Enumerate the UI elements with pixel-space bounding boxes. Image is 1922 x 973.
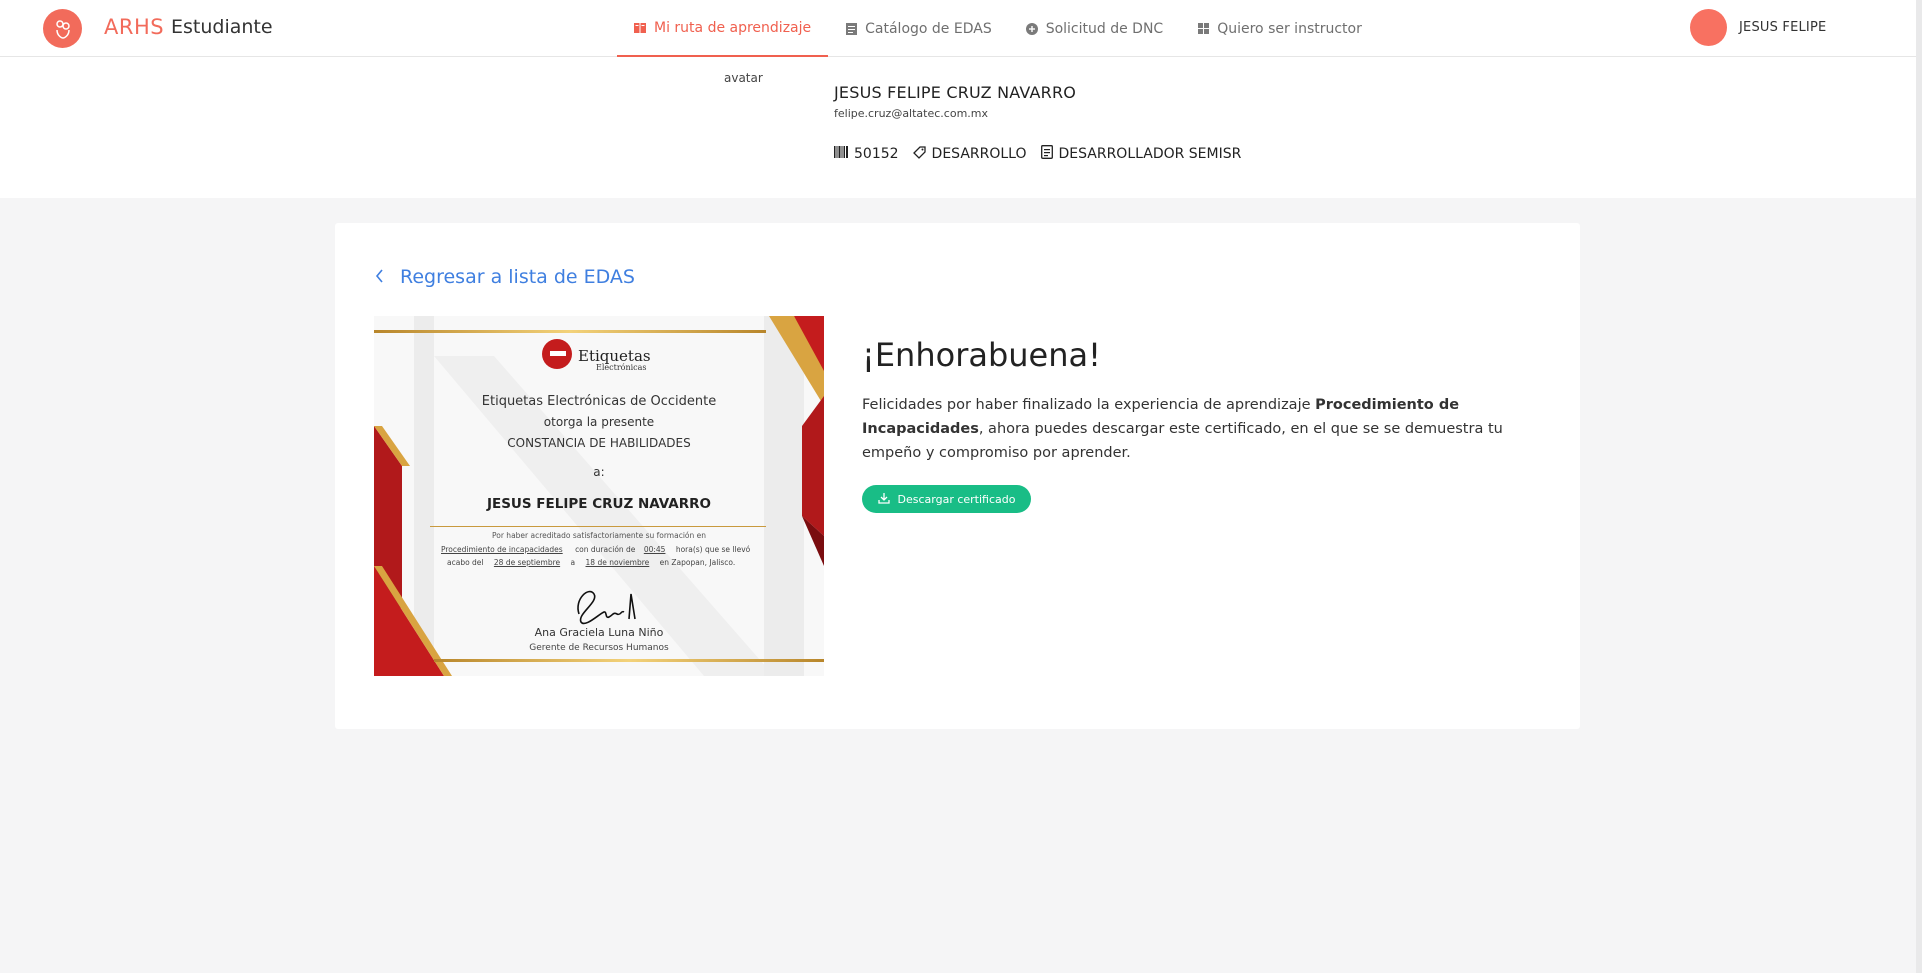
back-link-label: Regresar a lista de EDAS: [400, 266, 635, 288]
signature-image: [577, 590, 636, 625]
cert-detail-2: Procedimiento de incapacidades con durac…: [441, 545, 750, 554]
certificate-card: Regresar a lista de EDAS Etiquetas Elect…: [335, 223, 1580, 729]
nav-solicitud-dnc[interactable]: Solicitud de DNC: [1009, 0, 1181, 57]
book-icon: [634, 22, 646, 34]
company-logo-icon: [542, 339, 572, 369]
scrollbar-track[interactable]: [1916, 0, 1922, 973]
profile-email: felipe.cruz@altatec.com.mx: [834, 107, 989, 120]
plus-circle-icon: [1025, 22, 1038, 35]
cert-divider: [430, 526, 766, 527]
nav-catalogo[interactable]: Catálogo de EDAS: [828, 0, 1009, 57]
message-prefix: Felicidades por haber finalizado la expe…: [862, 397, 1316, 413]
nav-mi-ruta[interactable]: Mi ruta de aprendizaje: [617, 0, 829, 57]
cert-place: en Zapopan, Jalisco.: [659, 558, 736, 567]
download-icon: [877, 492, 890, 507]
cert-acabo: acabo del: [447, 558, 484, 567]
cert-grants: otorga la presente: [543, 415, 655, 429]
cert-signer: Ana Graciela Luna Niño: [534, 626, 664, 639]
cert-bottom-line: [434, 659, 824, 662]
nav-label: Solicitud de DNC: [1045, 20, 1164, 37]
cert-detail-3: acabo del 28 de septiembre a 18 de novie…: [447, 558, 735, 567]
certificate-preview: Etiquetas Electrónicas Etiquetas Electró…: [374, 316, 824, 676]
area-item: DESARROLLO: [912, 145, 1027, 163]
cert-top-line: [374, 330, 766, 333]
barcode-icon: [834, 146, 848, 162]
nav-label: Mi ruta de aprendizaje: [654, 19, 812, 36]
cert-detail-1: Por haber acreditado satisfactoriamente …: [492, 531, 706, 540]
brand-role: Estudiante: [171, 16, 273, 38]
cert-hours-label: hora(s) que se llevó: [675, 545, 751, 554]
brand-name: ARHS: [104, 15, 165, 39]
profile-position: DESARROLLADOR SEMISR: [1058, 146, 1242, 162]
profile-name: JESUS FELIPE CRUZ NAVARRO: [834, 83, 1077, 102]
badge-icon: [1040, 145, 1053, 163]
cert-recipient: JESUS FELIPE CRUZ NAVARRO: [486, 496, 712, 512]
chevron-left-icon: [375, 266, 384, 288]
cert-company: Etiquetas Electrónicas de Occidente: [481, 394, 717, 409]
tag-icon: [912, 145, 926, 163]
congrats-title: ¡Enhorabuena!: [862, 336, 1101, 374]
employee-id: 50152: [854, 146, 899, 162]
cert-duration-label: con duración de: [575, 545, 636, 554]
cert-doc-type: CONSTANCIA DE HABILIDADES: [507, 436, 691, 450]
employee-id-item: 50152: [834, 146, 899, 162]
cert-to: a:: [593, 465, 605, 479]
nav-quiero-ser-instructor[interactable]: Quiero ser instructor: [1180, 0, 1379, 57]
user-avatar[interactable]: [1690, 9, 1727, 46]
nav-label: Quiero ser instructor: [1217, 20, 1362, 37]
profile-meta: 50152 DESARROLLO DESARROLLADOR SEMISR: [834, 145, 1241, 163]
cert-end-date: 18 de noviembre: [585, 558, 650, 567]
list-icon: [845, 22, 857, 35]
grid-icon: [1197, 23, 1209, 35]
download-certificate-button[interactable]: Descargar certificado: [862, 485, 1031, 513]
back-to-edas-link[interactable]: Regresar a lista de EDAS: [375, 266, 635, 288]
profile-summary: avatar JESUS FELIPE CRUZ NAVARRO felipe.…: [0, 57, 1916, 198]
user-name[interactable]: JESUS FELIPE: [1739, 20, 1826, 35]
profile-avatar-alt: avatar: [724, 71, 763, 85]
congrats-message: Felicidades por haber finalizado la expe…: [862, 393, 1512, 465]
cert-course: Procedimiento de incapacidades: [441, 545, 563, 554]
download-label: Descargar certificado: [897, 492, 1016, 506]
top-navbar: ARHS Estudiante Mi ruta de aprendizaje C…: [0, 0, 1916, 57]
cert-a: a: [570, 558, 576, 567]
position-item: DESARROLLADOR SEMISR: [1040, 145, 1242, 163]
profile-area: DESARROLLO: [931, 146, 1027, 162]
cert-signer-title: Gerente de Recursos Humanos: [529, 643, 669, 653]
cert-start-date: 28 de septiembre: [493, 558, 561, 567]
logo-icon: [55, 19, 70, 39]
company-logo-sub: Electrónicas: [596, 363, 647, 372]
cert-duration: 00:45: [643, 545, 666, 554]
app-logo[interactable]: [43, 9, 82, 48]
nav-label: Catálogo de EDAS: [865, 20, 992, 37]
main-nav: Mi ruta de aprendizaje Catálogo de EDAS …: [617, 0, 1379, 57]
